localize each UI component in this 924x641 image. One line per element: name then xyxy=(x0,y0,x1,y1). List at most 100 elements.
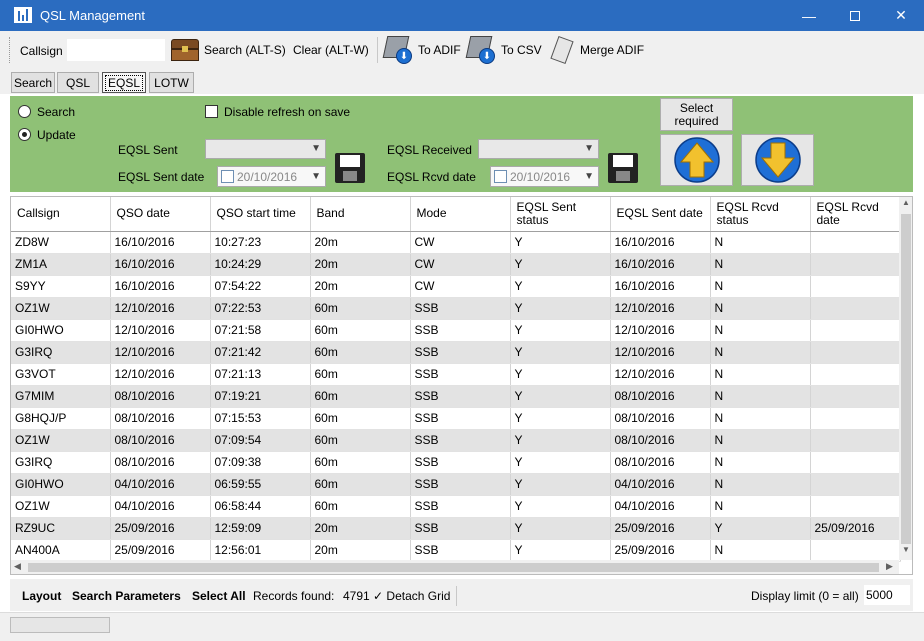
table-cell[interactable]: Y xyxy=(510,539,611,562)
table-cell[interactable]: 08/10/2016 xyxy=(610,385,711,408)
table-cell[interactable]: N xyxy=(710,363,811,386)
table-cell[interactable]: OZ1W xyxy=(11,429,111,452)
table-row[interactable]: RZ9UC 25/09/2016 12:59:09 20m SSB Y 25/09/2016… xyxy=(11,517,901,540)
table-cell[interactable]: 10:24:29 xyxy=(210,253,311,276)
column-header[interactable]: QSO start time xyxy=(210,197,311,232)
table-cell[interactable]: 08/10/2016 xyxy=(610,429,711,452)
table-cell[interactable]: GI0HWO xyxy=(11,319,111,342)
table-cell[interactable]: N xyxy=(710,341,811,364)
table-cell[interactable]: 08/10/2016 xyxy=(110,385,211,408)
table-cell[interactable]: 16/10/2016 xyxy=(610,275,711,298)
table-cell[interactable]: 10:27:23 xyxy=(210,231,311,254)
to-csv-button[interactable]: ⬇ To CSV xyxy=(465,34,542,66)
table-cell[interactable]: SSB xyxy=(410,517,511,540)
table-cell[interactable]: 07:21:42 xyxy=(210,341,311,364)
table-cell[interactable] xyxy=(810,341,901,364)
table-cell[interactable]: N xyxy=(710,297,811,320)
table-row[interactable]: AN400A 25/09/2016 12:56:01 20m SSB Y 25/09/201… xyxy=(11,539,901,562)
table-cell[interactable]: N xyxy=(710,473,811,496)
eqsl-sent-select[interactable]: ▼ xyxy=(205,139,326,159)
table-cell[interactable]: SSB xyxy=(410,429,511,452)
table-cell[interactable]: N xyxy=(710,253,811,276)
table-cell[interactable]: Y xyxy=(510,297,611,320)
table-cell[interactable]: Y xyxy=(510,363,611,386)
search-parameters-button[interactable]: Search Parameters xyxy=(72,589,181,603)
column-header[interactable]: Mode xyxy=(410,197,511,232)
table-cell[interactable]: 25/09/2016 xyxy=(810,517,901,540)
table-cell[interactable]: N xyxy=(710,319,811,342)
table-cell[interactable]: SSB xyxy=(410,495,511,518)
to-adif-button[interactable]: ⬇ To ADIF xyxy=(382,34,461,66)
table-cell[interactable]: SSB xyxy=(410,407,511,430)
table-cell[interactable] xyxy=(810,473,901,496)
table-row[interactable]: ZM1A 16/10/2016 10:24:29 20m CW Y 16/10/2016 N xyxy=(11,253,901,276)
table-cell[interactable]: 06:59:55 xyxy=(210,473,311,496)
table-cell[interactable]: Y xyxy=(510,451,611,474)
table-cell[interactable]: 60m xyxy=(310,341,411,364)
eqsl-rcvd-date-checkbox[interactable] xyxy=(494,170,507,183)
table-row[interactable]: G3IRQ 12/10/2016 07:21:42 60m SSB Y 12/10/2016… xyxy=(11,341,901,364)
save-received-button[interactable] xyxy=(608,153,638,183)
scroll-up-icon[interactable]: ▲ xyxy=(899,198,912,212)
table-cell[interactable]: 07:21:58 xyxy=(210,319,311,342)
table-cell[interactable]: Y xyxy=(510,253,611,276)
merge-adif-button[interactable]: Merge ADIF xyxy=(550,34,644,66)
table-cell[interactable]: GI0HWO xyxy=(11,473,111,496)
maximize-button[interactable] xyxy=(832,0,878,31)
table-cell[interactable]: 25/09/2016 xyxy=(110,517,211,540)
update-radio[interactable] xyxy=(18,128,31,141)
table-cell[interactable] xyxy=(810,539,901,562)
table-cell[interactable]: N xyxy=(710,407,811,430)
table-cell[interactable]: 60m xyxy=(310,407,411,430)
table-row[interactable]: S9YY 16/10/2016 07:54:22 20m CW Y 16/10/2016 N xyxy=(11,275,901,298)
table-cell[interactable]: S9YY xyxy=(11,275,111,298)
disable-refresh-checkbox[interactable] xyxy=(205,105,218,118)
table-cell[interactable]: N xyxy=(710,539,811,562)
table-cell[interactable]: N xyxy=(710,429,811,452)
table-row[interactable]: G3VOT 12/10/2016 07:21:13 60m SSB Y 12/10/2016… xyxy=(11,363,901,386)
table-cell[interactable]: 12:59:09 xyxy=(210,517,311,540)
table-row[interactable]: G7MIM 08/10/2016 07:19:21 60m SSB Y 08/10/2016… xyxy=(11,385,901,408)
table-cell[interactable]: Y xyxy=(510,407,611,430)
scroll-left-icon[interactable]: ◀ xyxy=(14,561,21,572)
table-cell[interactable]: 60m xyxy=(310,495,411,518)
table-cell[interactable]: 60m xyxy=(310,319,411,342)
display-limit-input[interactable]: 5000 xyxy=(864,585,910,605)
table-cell[interactable]: Y xyxy=(510,517,611,540)
clear-button[interactable]: Clear (ALT-W) xyxy=(293,34,369,66)
eqsl-received-select[interactable]: ▼ xyxy=(478,139,599,159)
table-cell[interactable] xyxy=(810,429,901,452)
table-cell[interactable]: 12/10/2016 xyxy=(110,319,211,342)
table-cell[interactable]: ZD8W xyxy=(11,231,111,254)
table-cell[interactable]: 20m xyxy=(310,253,411,276)
table-cell[interactable]: 08/10/2016 xyxy=(610,407,711,430)
table-cell[interactable]: Y xyxy=(710,517,811,540)
column-header[interactable]: Callsign xyxy=(11,197,111,232)
table-cell[interactable] xyxy=(810,253,901,276)
table-cell[interactable]: 12/10/2016 xyxy=(110,341,211,364)
table-row[interactable]: ZD8W 16/10/2016 10:27:23 20m CW Y 16/10/2016 N xyxy=(11,231,901,254)
table-cell[interactable]: 25/09/2016 xyxy=(610,539,711,562)
table-cell[interactable]: 04/10/2016 xyxy=(110,473,211,496)
table-cell[interactable]: G8HQJ/P xyxy=(11,407,111,430)
table-cell[interactable]: Y xyxy=(510,495,611,518)
table-cell[interactable]: 16/10/2016 xyxy=(110,275,211,298)
table-cell[interactable]: 08/10/2016 xyxy=(110,407,211,430)
column-header[interactable]: EQSL Rcvd status xyxy=(710,197,811,232)
tab-lotw[interactable]: LOTW xyxy=(149,72,194,93)
column-header[interactable]: EQSL Rcvd date xyxy=(810,197,901,232)
search-button[interactable]: Search (ALT-S) xyxy=(170,34,286,66)
horizontal-scrollbar[interactable]: ◀ ▶ xyxy=(11,560,899,574)
column-header[interactable]: EQSL Sent date xyxy=(610,197,711,232)
table-cell[interactable] xyxy=(810,385,901,408)
table-cell[interactable]: N xyxy=(710,275,811,298)
table-cell[interactable]: 07:09:38 xyxy=(210,451,311,474)
table-cell[interactable]: Y xyxy=(510,275,611,298)
scroll-down-icon[interactable]: ▼ xyxy=(899,545,912,559)
table-cell[interactable]: 20m xyxy=(310,517,411,540)
table-cell[interactable]: 16/10/2016 xyxy=(610,231,711,254)
table-cell[interactable]: Y xyxy=(510,319,611,342)
table-cell[interactable]: 04/10/2016 xyxy=(110,495,211,518)
close-button[interactable]: ✕ xyxy=(878,0,924,31)
table-cell[interactable]: CW xyxy=(410,231,511,254)
